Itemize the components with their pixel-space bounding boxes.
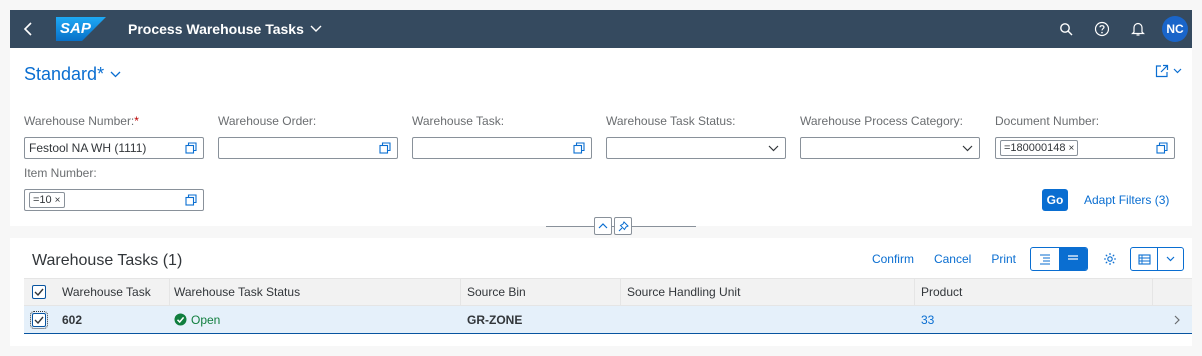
close-icon[interactable]: × [1068, 143, 1074, 154]
table-settings-button[interactable] [1096, 247, 1124, 271]
expanded-view-button[interactable] [1031, 248, 1059, 270]
chevron-left-icon [23, 22, 32, 36]
row-select-checkbox[interactable] [30, 310, 48, 329]
shell-bar: SAP Process Warehouse Tasks NC [10, 10, 1192, 48]
list-condensed-icon [1068, 255, 1078, 260]
share-button[interactable] [1155, 64, 1182, 78]
share-icon [1155, 64, 1169, 78]
chevron-down-icon[interactable] [959, 140, 975, 156]
back-button[interactable] [10, 10, 46, 48]
variant-name: Standard* [24, 64, 105, 84]
adapt-filters-button[interactable]: Adapt Filters (3) [1084, 193, 1169, 207]
condensed-view-button[interactable] [1059, 248, 1087, 270]
help-icon [1094, 21, 1110, 37]
user-avatar[interactable]: NC [1162, 16, 1188, 42]
bell-icon [1131, 22, 1145, 36]
item-number-token[interactable]: =10 × [29, 192, 65, 208]
chevron-down-icon [110, 71, 121, 78]
status-text: Open [191, 312, 221, 327]
table-row[interactable]: 602 Open GR-ZONE 33 [24, 306, 1192, 334]
chevron-down-icon[interactable] [765, 140, 781, 156]
success-check-icon [174, 313, 187, 326]
row-navigation[interactable] [1174, 306, 1180, 333]
chevron-right-icon [1174, 315, 1180, 324]
export-icon [1137, 253, 1151, 265]
required-mark: * [134, 114, 139, 128]
status-badge: Open [174, 313, 220, 327]
search-button[interactable] [1050, 13, 1082, 45]
warehouse-tasks-table: Warehouse Tasks (1) Confirm Cancel Print [10, 238, 1192, 346]
checkmark-icon [34, 288, 44, 296]
warehouse-number-input[interactable]: Festool NA WH (1111) [24, 137, 204, 159]
source-bin-cell: GR-ZONE [467, 312, 523, 327]
export-dropdown-button[interactable] [1157, 248, 1183, 270]
chevron-up-icon [598, 223, 608, 229]
value-help-icon[interactable] [183, 192, 199, 208]
document-number-input[interactable]: =180000148 × [995, 137, 1175, 159]
warehouse-task-status-select[interactable] [606, 137, 786, 159]
variant-selector[interactable]: Standard* [24, 64, 121, 85]
go-button[interactable]: Go [1042, 189, 1068, 211]
filter-label: Document Number: [995, 114, 1100, 128]
filter-label: Warehouse Number: [24, 114, 135, 128]
help-button[interactable] [1086, 13, 1118, 45]
export-menu [1130, 247, 1184, 271]
filter-item-number: Item Number: =10 × [24, 166, 204, 211]
filter-warehouse-task: Warehouse Task: [412, 114, 592, 159]
select-all-checkbox[interactable] [32, 285, 46, 299]
filter-label: Warehouse Process Category: [800, 114, 963, 128]
filter-document-number: Document Number: =180000148 × [995, 114, 1175, 159]
filter-warehouse-process-category: Warehouse Process Category: [800, 114, 980, 159]
filter-warehouse-order: Warehouse Order: [218, 114, 398, 159]
gear-icon [1104, 253, 1116, 265]
document-number-token[interactable]: =180000148 × [1000, 140, 1079, 156]
pin-icon [618, 220, 629, 231]
pin-header-button[interactable] [614, 217, 632, 235]
sap-logo-text: SAP [60, 20, 91, 37]
value-help-icon[interactable] [183, 140, 199, 156]
value-help-icon[interactable] [571, 140, 587, 156]
warehouse-order-input[interactable] [218, 137, 398, 159]
product-link[interactable]: 33 [921, 306, 934, 333]
filter-label: Warehouse Task Status: [606, 114, 736, 128]
filter-header: Standard* Warehouse Number:* Festool NA … [10, 48, 1192, 235]
collapse-header-button[interactable] [594, 217, 612, 235]
warehouse-number-value: Festool NA WH (1111) [29, 141, 147, 155]
column-header-warehouse-task[interactable]: Warehouse Task [62, 279, 151, 305]
view-toggle [1030, 247, 1088, 271]
sap-logo[interactable]: SAP [56, 17, 106, 41]
list-expanded-icon [1040, 254, 1050, 265]
checkmark-icon [34, 316, 44, 324]
chevron-down-icon [1166, 256, 1175, 262]
column-header-source-handling-unit[interactable]: Source Handling Unit [627, 279, 740, 305]
app-title-menu[interactable]: Process Warehouse Tasks [128, 21, 322, 37]
table-title: Warehouse Tasks (1) [32, 252, 183, 269]
column-header-product[interactable]: Product [921, 279, 962, 305]
filter-label: Warehouse Task: [412, 114, 505, 128]
search-icon [1060, 23, 1073, 36]
app-title: Process Warehouse Tasks [128, 21, 304, 37]
close-icon[interactable]: × [55, 195, 61, 206]
warehouse-task-cell: 602 [62, 312, 83, 327]
warehouse-task-input[interactable] [412, 137, 592, 159]
notifications-button[interactable] [1122, 13, 1154, 45]
warehouse-process-category-select[interactable] [800, 137, 980, 159]
filter-warehouse-number: Warehouse Number:* Festool NA WH (1111) [24, 114, 204, 159]
value-help-icon[interactable] [377, 140, 393, 156]
cancel-button[interactable]: Cancel [934, 252, 971, 266]
table-toolbar: Confirm Cancel Print [852, 247, 1184, 271]
column-header-source-bin[interactable]: Source Bin [467, 279, 526, 305]
chevron-down-icon [1173, 68, 1182, 74]
value-help-icon[interactable] [1154, 140, 1170, 156]
filter-warehouse-task-status: Warehouse Task Status: [606, 114, 786, 159]
print-button[interactable]: Print [991, 252, 1016, 266]
item-number-input[interactable]: =10 × [24, 189, 204, 211]
filter-label: Item Number: [24, 166, 97, 180]
export-button[interactable] [1131, 248, 1157, 270]
chevron-down-icon [310, 25, 322, 32]
table-header-row: Warehouse Task Warehouse Task Status Sou… [24, 278, 1192, 306]
confirm-button[interactable]: Confirm [872, 252, 914, 266]
filter-label: Warehouse Order: [218, 114, 317, 128]
column-header-warehouse-task-status[interactable]: Warehouse Task Status [174, 279, 300, 305]
